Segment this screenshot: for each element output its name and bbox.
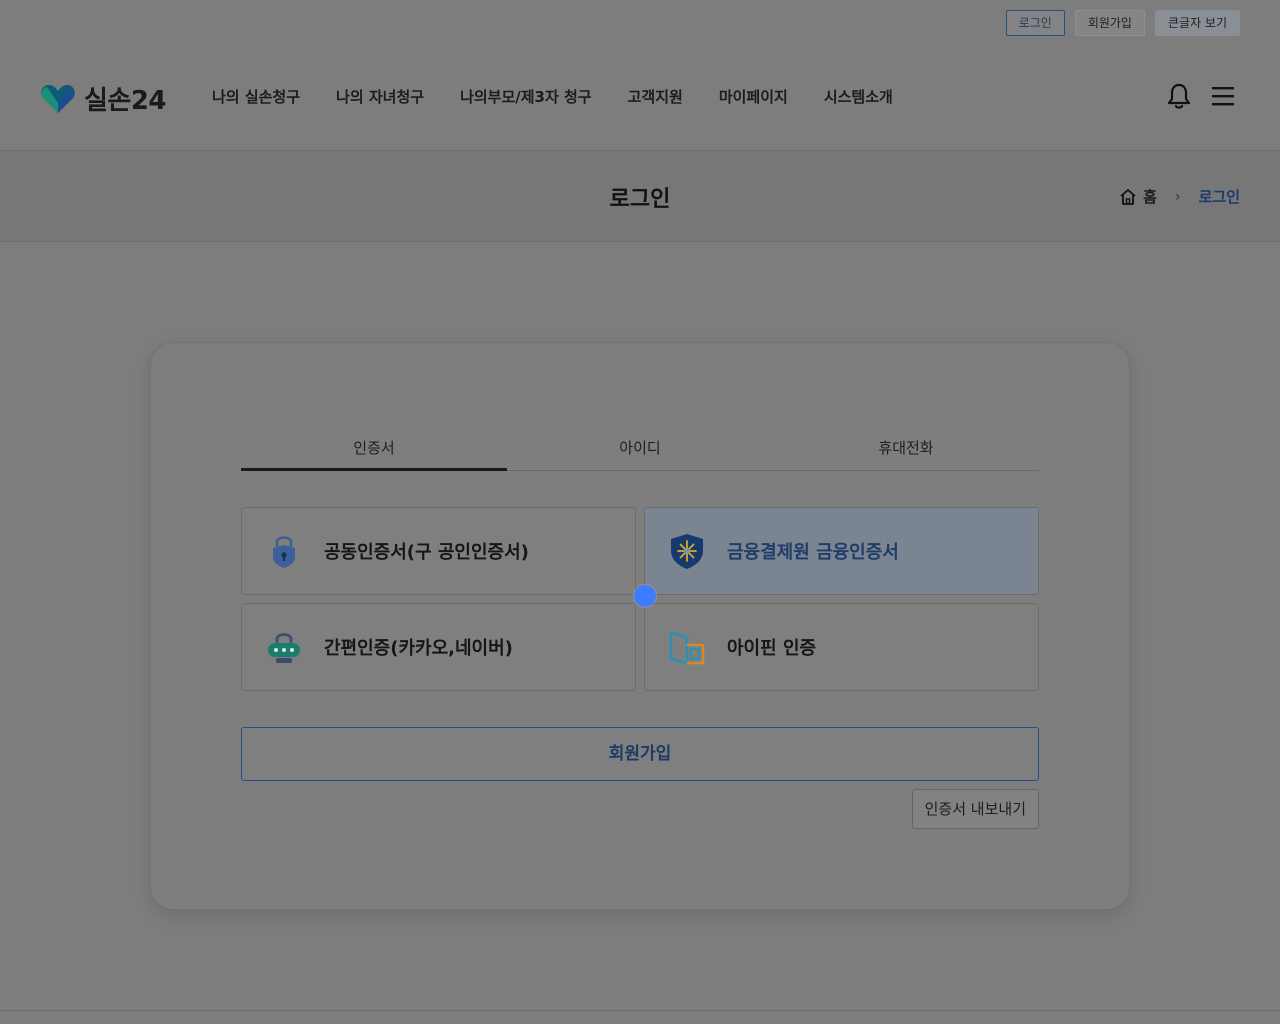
page-title: 로그인: [609, 187, 671, 212]
header: 실손24 나의 실손청구 나의 자녀청구 나의부모/제3자 청구 고객지원 마이…: [0, 60, 1280, 150]
breadcrumb-home-label: 홈: [1143, 188, 1157, 206]
tab-certificate[interactable]: 인증서: [241, 425, 507, 471]
chevron-right-icon: ›: [1174, 188, 1181, 205]
util-signup-button[interactable]: 회원가입: [1074, 10, 1145, 36]
hamburger-menu-icon[interactable]: [1210, 82, 1236, 110]
tab-id[interactable]: 아이디: [507, 425, 773, 470]
logo[interactable]: 실손24: [40, 80, 167, 117]
nav-mypage[interactable]: 마이페이지: [719, 86, 788, 107]
ipin-label: 아이핀 인증: [727, 638, 817, 659]
lock-shield-icon: [273, 536, 295, 568]
joint-cert-label: 공동인증서(구 공인인증서): [324, 542, 529, 563]
breadcrumb-home[interactable]: 홈: [1119, 186, 1157, 207]
breadcrumb: 홈 › 로그인: [1119, 186, 1240, 207]
mouse-cursor: [634, 585, 656, 607]
footer-divider: [0, 1010, 1280, 1011]
joint-cert-option[interactable]: 공동인증서(구 공인인증서): [241, 507, 636, 595]
title-band: 로그인 홈 › 로그인: [0, 150, 1280, 242]
main-nav: 나의 실손청구 나의 자녀청구 나의부모/제3자 청구 고객지원 마이페이지 시…: [212, 86, 893, 107]
password-lock-icon: [268, 633, 300, 663]
simple-auth-label: 간편인증(카카오,네이버): [324, 638, 513, 659]
nav-my-claim[interactable]: 나의 실손청구: [212, 86, 300, 107]
nav-system-intro[interactable]: 시스템소개: [824, 86, 893, 107]
logo-heart-icon: [41, 84, 75, 113]
utility-bar: 로그인 회원가입 큰글자 보기: [1005, 10, 1240, 36]
tab-mobile[interactable]: 휴대전화: [773, 425, 1039, 470]
nav-parent-third-claim[interactable]: 나의부모/제3자 청구: [460, 86, 592, 107]
nav-child-claim[interactable]: 나의 자녀청구: [336, 86, 424, 107]
login-card: 인증서 아이디 휴대전화 공동인증서(구 공인인증서) 금융결제원 금융인증서 …: [150, 342, 1130, 910]
header-icons: [1166, 82, 1236, 110]
simple-auth-option[interactable]: 간편인증(카카오,네이버): [241, 603, 636, 691]
large-text-button[interactable]: 큰글자 보기: [1154, 10, 1240, 36]
logo-text: 실손24: [84, 86, 167, 116]
export-cert-button[interactable]: 인증서 내보내기: [911, 789, 1039, 829]
ipin-option[interactable]: 아이핀 인증: [644, 603, 1039, 691]
util-login-button[interactable]: 로그인: [1005, 10, 1065, 36]
financial-cert-option[interactable]: 금융결제원 금융인증서: [644, 507, 1039, 595]
signup-button[interactable]: 회원가입: [241, 727, 1039, 781]
login-tabs: 인증서 아이디 휴대전화: [241, 425, 1039, 471]
nav-customer-support[interactable]: 고객지원: [628, 86, 683, 107]
financial-cert-shield-icon: [671, 534, 703, 569]
financial-cert-label: 금융결제원 금융인증서: [727, 542, 899, 563]
ipin-icon: [669, 631, 705, 665]
home-icon: [1120, 188, 1136, 205]
bell-icon[interactable]: [1166, 82, 1192, 110]
breadcrumb-current[interactable]: 로그인: [1199, 186, 1240, 207]
